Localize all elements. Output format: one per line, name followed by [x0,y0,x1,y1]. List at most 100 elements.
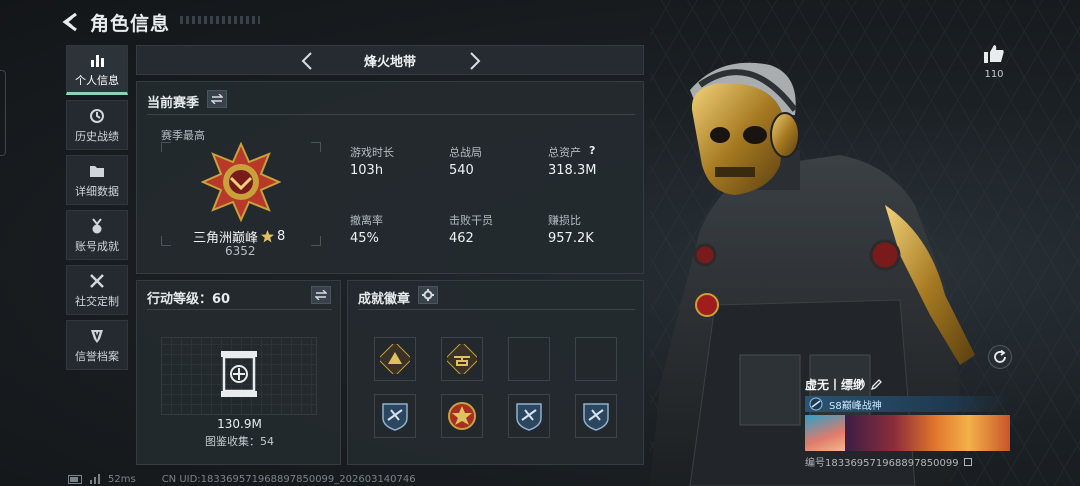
divider [147,309,332,310]
badge-slot[interactable] [508,394,550,438]
frame-corner [311,236,321,246]
tools-icon [90,273,104,288]
back-arrow-icon[interactable] [60,12,82,32]
divider [147,114,635,115]
gear-icon [422,289,434,301]
frame-corner [161,236,171,246]
badge-slot[interactable] [575,394,617,438]
badge-slot[interactable] [374,337,416,381]
action-level-title: 行动等级：60 [147,292,231,307]
stat-value: 103h [350,163,384,178]
thumbs-up-icon [984,45,1004,63]
chevron-right-icon [470,52,481,70]
season-switch-button[interactable] [207,90,227,108]
divider [358,309,635,310]
copy-icon[interactable] [963,458,972,466]
stat-label: 击败干员 [449,214,493,227]
rank-emblem-icon [201,142,281,222]
stat-label: 赚损比 [548,214,581,227]
season-panel: 当前赛季 赛季最高 三角洲巅峰 8 6352 游戏时长 103h 总战局 540… [136,81,644,274]
like-count: 110 [984,69,1004,80]
shield-badge-icon [382,403,408,431]
action-level-panel: 行动等级：60 130.9M 图鉴收集：54 [136,280,341,465]
sidebar-item-achievements[interactable]: 账号成就 [66,210,128,260]
badge-slot-empty[interactable] [575,337,617,381]
stat-value: 462 [449,231,474,246]
badge-slot[interactable] [441,337,483,381]
title-emblem-icon [809,397,823,411]
signal-icon [90,474,100,484]
frame-corner [311,142,321,152]
sidebar-item-label: 信誉档案 [75,349,119,363]
sidebar-item-details[interactable]: 详细数据 [66,155,128,205]
sidebar-item-label: 详细数据 [75,184,119,198]
like-button[interactable]: 110 [980,44,1008,80]
season-best-label: 赛季最高 [161,129,205,142]
collection-value: 130.9M [217,417,262,431]
title-decoration [180,16,260,24]
bar-chart-icon [91,54,104,67]
helicopter-badge-icon [447,344,477,374]
badge-slot[interactable] [374,394,416,438]
profile-banner [805,415,1010,451]
player-name-row: 虚无丨缥缈 [805,376,1010,393]
sidebar-item-personal-info[interactable]: 个人信息 [66,45,128,95]
shield-badge-icon [516,403,542,431]
stat-label: 总战局 [449,146,482,159]
stat-label: 游戏时长 [350,146,394,159]
stat-label: 总资产 [548,146,581,159]
swap-icon [211,94,223,104]
map-selector: 烽火地带 [136,45,644,75]
map-name: 烽火地带 [363,54,416,70]
medal-icon [92,217,102,233]
badges-title: 成就徽章 [358,292,411,307]
rank-stars: 8 [277,229,286,244]
season-title: 当前赛季 [147,96,200,111]
ping-text: 52ms [108,473,136,485]
stat-value: 45% [350,231,379,246]
battery-icon [68,474,82,484]
title-tag-text: S8巅峰战神 [829,400,882,412]
swap-icon [315,290,327,300]
badges-panel: 成就徽章 [347,280,644,465]
sidebar-item-social[interactable]: 社交定制 [66,265,128,315]
page-title: 角色信息 [90,12,171,35]
star-icon [261,230,275,243]
stat-value: 957.2K [548,231,594,246]
profile-card: 虚无丨缥缈 S8巅峰战神 编号183369571968897850099 [805,376,1010,469]
badges-settings-button[interactable] [418,286,438,304]
triangle-badge-icon [380,344,410,374]
shield-icon [91,329,103,343]
footer: 52ms CN UID:183369571968897850099_202603… [68,472,416,486]
sidebar-item-label: 个人信息 [75,73,119,87]
help-icon[interactable]: ? [589,144,595,157]
sidebar-item-history[interactable]: 历史战绩 [66,100,128,150]
rank-points: 6352 [225,244,256,258]
edit-icon[interactable] [871,379,882,390]
badge-slot-empty[interactable] [508,337,550,381]
prev-map-button[interactable] [297,51,317,71]
history-icon [90,108,104,123]
uid-text: CN UID:183369571968897850099_20260314074… [161,473,416,485]
sidebar: 个人信息 历史战绩 详细数据 账号成就 社交定制 信誉档案 [66,45,128,375]
sidebar-item-label: 历史战绩 [75,129,119,143]
folder-icon [90,165,104,177]
sidebar-item-label: 社交定制 [75,294,119,308]
stat-label: 撤离率 [350,214,383,227]
level-switch-button[interactable] [311,286,331,304]
title-tag: S8巅峰战神 [805,396,1010,412]
next-map-button[interactable] [465,51,485,71]
sidebar-item-label: 账号成就 [75,239,119,253]
avatar[interactable] [805,415,845,451]
player-id: 编号183369571968897850099 [805,454,1010,469]
refresh-icon [994,350,1006,363]
badge-slot[interactable] [441,394,483,438]
sidebar-item-reputation[interactable]: 信誉档案 [66,320,128,370]
player-id-text: 编号183369571968897850099 [805,458,959,469]
collection-count: 图鉴收集：54 [205,435,274,448]
star-badge-icon [448,402,476,430]
shield-badge-icon [583,403,609,431]
refresh-button[interactable] [988,345,1012,369]
collection-case-icon [221,351,257,397]
banner-image [845,415,1010,451]
